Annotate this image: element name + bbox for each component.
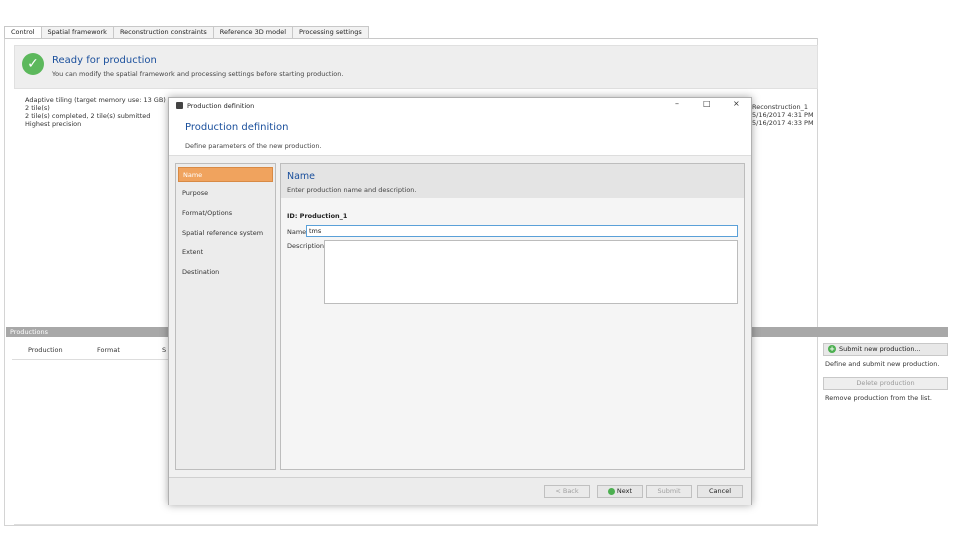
- tab-reference-3d-model[interactable]: Reference 3D model: [212, 26, 294, 38]
- col-format[interactable]: Format: [97, 346, 120, 354]
- info-line: 2 tile(s): [25, 104, 50, 112]
- nav-item-purpose[interactable]: Purpose: [178, 186, 273, 201]
- next-button[interactable]: Next: [597, 485, 643, 498]
- info-line: Highest precision: [25, 120, 82, 128]
- next-icon: [607, 487, 615, 495]
- wizard-content: [280, 163, 745, 470]
- recon-created: 5/16/2017 4:31 PM: [752, 111, 814, 119]
- delete-production-button[interactable]: Delete production: [823, 377, 948, 390]
- tab-bar: Control Spatial framework Reconstruction…: [4, 26, 369, 39]
- submit-button[interactable]: Submit: [646, 485, 692, 498]
- info-line: Adaptive tiling (target memory use: 13 G…: [25, 96, 166, 104]
- plus-icon: +: [828, 345, 836, 353]
- close-icon[interactable]: ×: [733, 99, 740, 108]
- next-button-label: Next: [616, 487, 633, 495]
- check-icon: ✓: [22, 53, 44, 75]
- recon-name: Reconstruction_1: [752, 103, 809, 111]
- name-label: Name: [287, 228, 307, 236]
- submit-new-production-button[interactable]: + Submit new production...: [823, 343, 948, 356]
- back-button[interactable]: < Back: [544, 485, 590, 498]
- submit-button-label: Submit new production...: [839, 345, 921, 353]
- nav-item-spatial-reference-system[interactable]: Spatial reference system: [178, 226, 273, 241]
- delete-description: Remove production from the list.: [825, 394, 932, 402]
- tab-processing-settings[interactable]: Processing settings: [292, 26, 369, 38]
- dialog-subheading: Define parameters of the new production.: [185, 142, 322, 150]
- recon-modified: 5/16/2017 4:33 PM: [752, 119, 814, 127]
- col-s[interactable]: S: [162, 346, 166, 354]
- col-production[interactable]: Production: [28, 346, 63, 354]
- info-line: 2 tile(s) completed, 2 tile(s) submitted: [25, 112, 151, 120]
- app-icon: [176, 102, 183, 109]
- production-id: ID: Production_1: [287, 212, 348, 220]
- banner-subtitle: You can modify the spatial framework and…: [52, 70, 344, 78]
- banner-title: Ready for production: [52, 55, 157, 66]
- status-banner: [14, 45, 818, 89]
- maximize-icon[interactable]: □: [703, 99, 711, 108]
- tab-reconstruction-constraints[interactable]: Reconstruction constraints: [112, 26, 214, 38]
- submit-description: Define and submit new production.: [825, 360, 940, 368]
- name-input[interactable]: tms: [306, 225, 738, 237]
- reconstruction-details: Reconstruction_1 5/16/2017 4:31 PM 5/16/…: [752, 103, 814, 127]
- nav-item-extent[interactable]: Extent: [178, 245, 273, 260]
- nav-item-name[interactable]: Name: [178, 167, 273, 182]
- minimize-icon[interactable]: –: [675, 99, 679, 108]
- section-title: Name: [287, 171, 316, 182]
- tab-spatial-framework[interactable]: Spatial framework: [40, 26, 114, 38]
- description-label: Description: [287, 242, 325, 250]
- section-subtitle: Enter production name and description.: [287, 186, 417, 194]
- description-input[interactable]: [324, 240, 738, 304]
- divider: [14, 524, 818, 525]
- dialog-window-title: Production definition: [187, 102, 255, 110]
- nav-item-destination[interactable]: Destination: [178, 265, 273, 280]
- nav-item-format-options[interactable]: Format/Options: [178, 206, 273, 221]
- cancel-button[interactable]: Cancel: [697, 485, 743, 498]
- top-strip: [0, 0, 960, 20]
- dialog-heading: Production definition: [185, 122, 289, 133]
- reconstruction-info: Adaptive tiling (target memory use: 13 G…: [25, 96, 166, 128]
